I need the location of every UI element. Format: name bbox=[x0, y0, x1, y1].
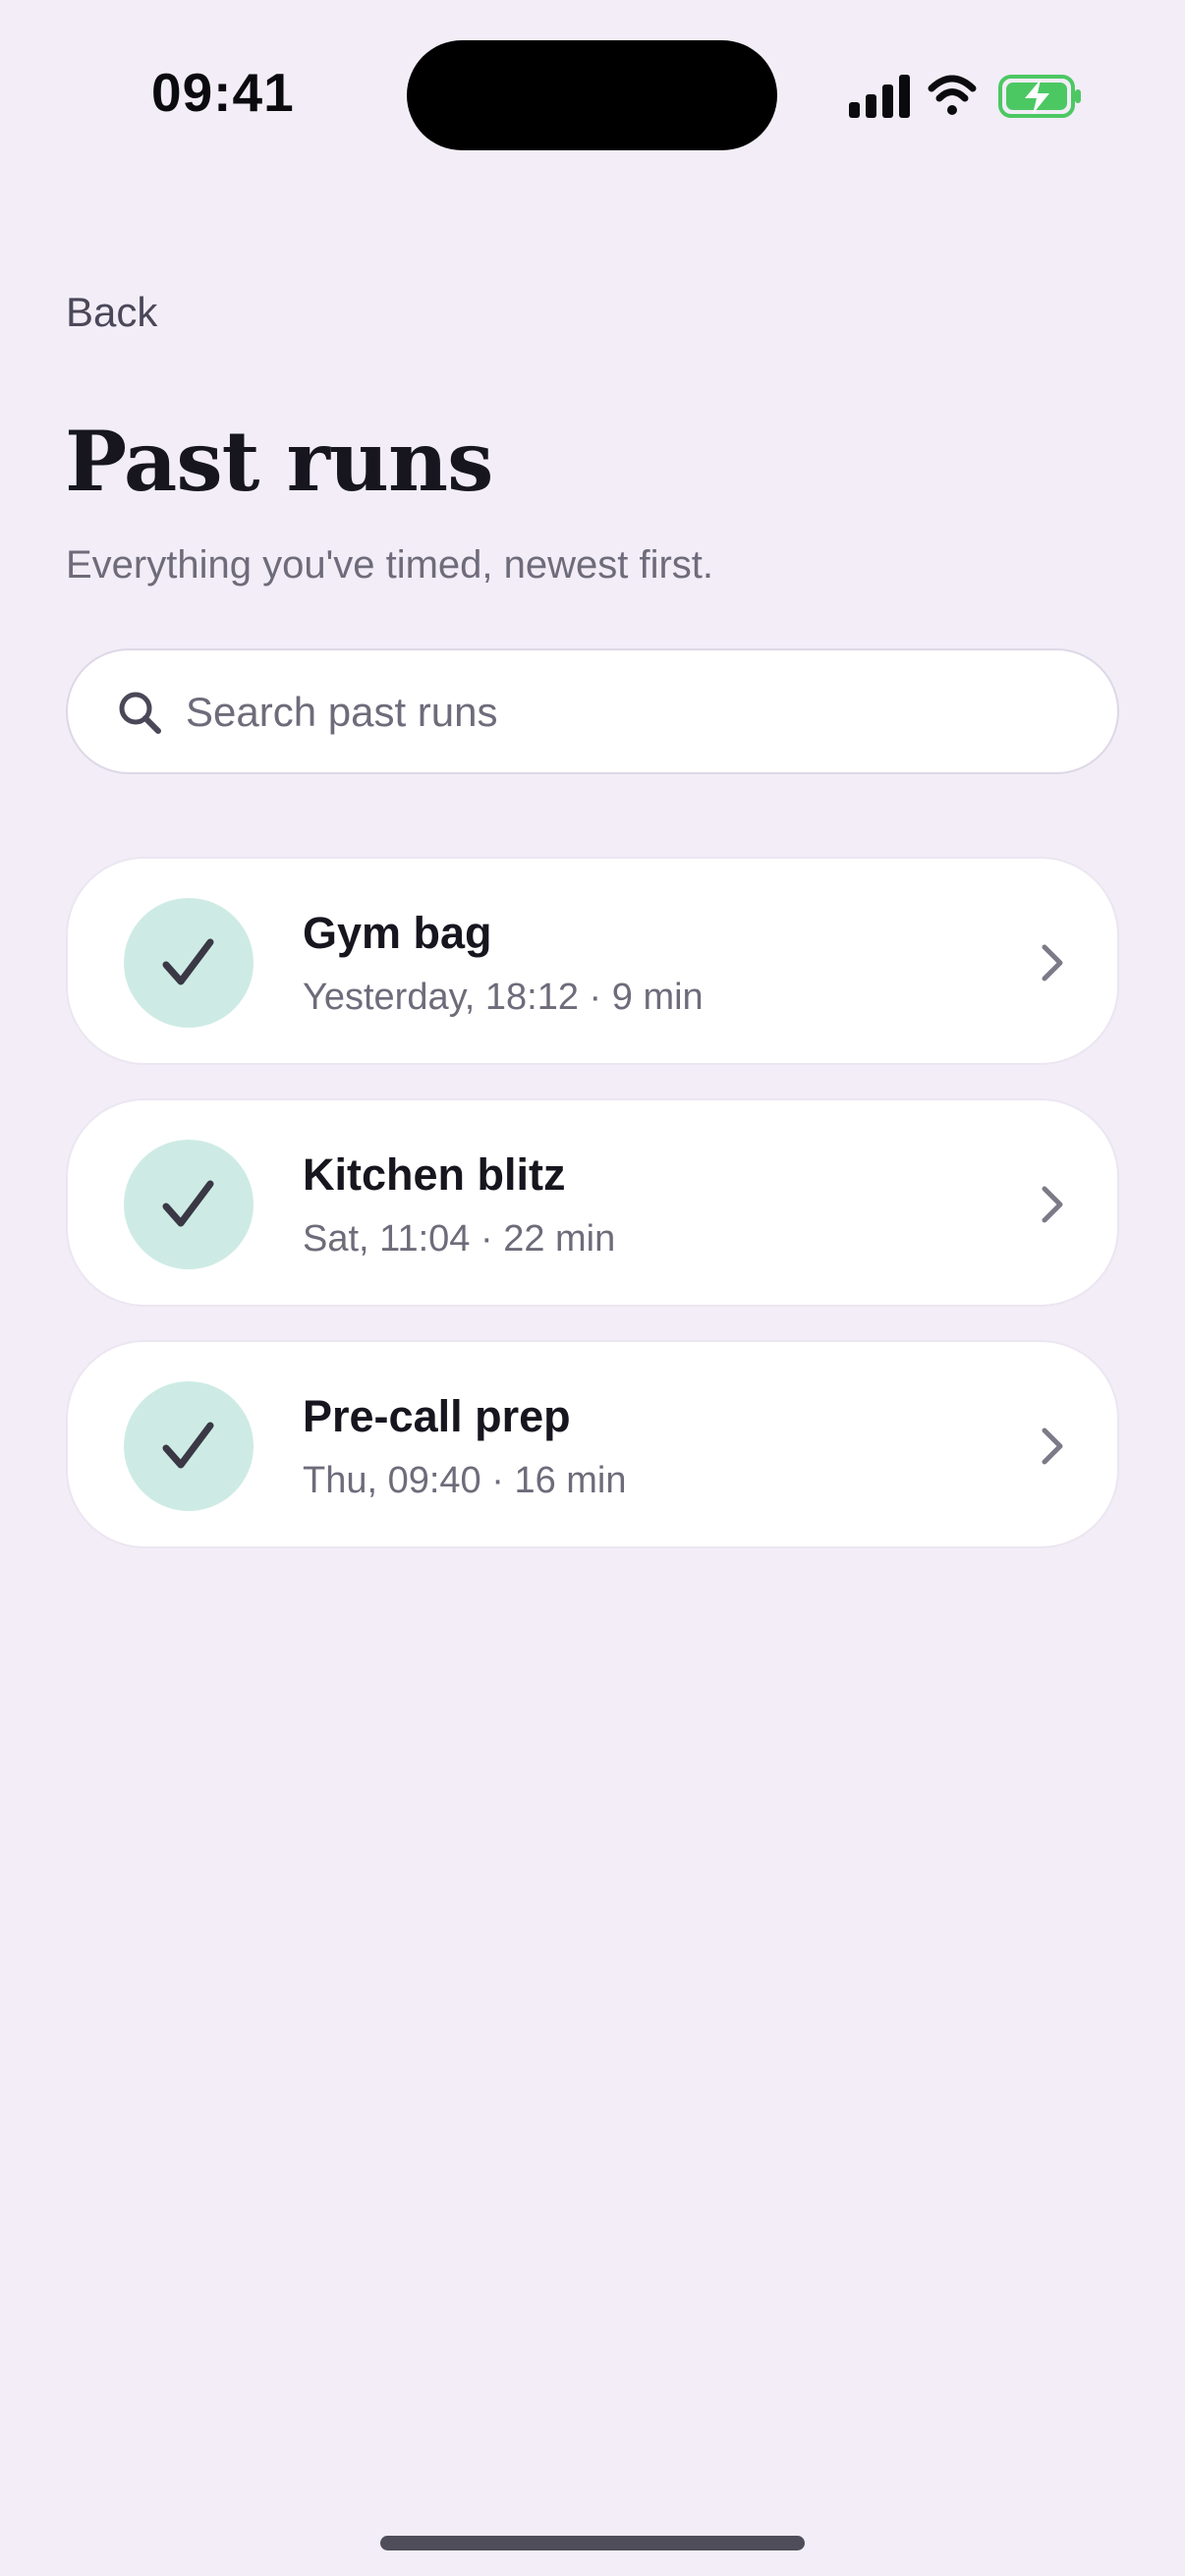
status-time: 09:41 bbox=[151, 62, 295, 123]
checkmark-icon bbox=[162, 938, 214, 985]
run-meta: Yesterday, 18:12 · 9 min bbox=[303, 977, 704, 1018]
run-card-pre-call-prep[interactable]: Pre-call prep Thu, 09:40 · 16 min bbox=[66, 1340, 1119, 1548]
checkmark-icon bbox=[162, 1422, 214, 1469]
run-name: Gym bag bbox=[303, 908, 492, 958]
runs-list: Gym bag Yesterday, 18:12 · 9 min Kitchen… bbox=[66, 857, 1119, 1582]
page-subtitle: Everything you've timed, newest first. bbox=[66, 543, 714, 587]
run-meta: Thu, 09:40 · 16 min bbox=[303, 1460, 627, 1501]
cellular-signal-icon bbox=[849, 75, 910, 118]
back-button[interactable]: Back bbox=[66, 289, 157, 336]
page-title: Past runs bbox=[65, 413, 493, 510]
wifi-icon bbox=[928, 75, 977, 115]
run-card-kitchen-blitz[interactable]: Kitchen blitz Sat, 11:04 · 22 min bbox=[66, 1098, 1119, 1307]
checkmark-icon bbox=[162, 1180, 214, 1227]
chevron-right-icon bbox=[1042, 944, 1063, 981]
completed-badge bbox=[124, 1140, 254, 1269]
chevron-right-icon bbox=[1042, 1186, 1063, 1223]
dynamic-island bbox=[407, 40, 777, 150]
run-card-gym-bag[interactable]: Gym bag Yesterday, 18:12 · 9 min bbox=[66, 857, 1119, 1065]
search-input[interactable] bbox=[186, 678, 1070, 747]
completed-badge bbox=[124, 898, 254, 1028]
run-meta: Sat, 11:04 · 22 min bbox=[303, 1218, 616, 1260]
run-name: Pre-call prep bbox=[303, 1391, 571, 1441]
search-icon bbox=[119, 692, 161, 734]
search-bar[interactable] bbox=[66, 648, 1119, 774]
home-indicator[interactable] bbox=[380, 2536, 805, 2550]
completed-badge bbox=[124, 1381, 254, 1511]
battery-charging-icon bbox=[998, 75, 1081, 118]
run-name: Kitchen blitz bbox=[303, 1149, 566, 1200]
status-icons bbox=[847, 71, 1083, 122]
chevron-right-icon bbox=[1042, 1428, 1063, 1465]
